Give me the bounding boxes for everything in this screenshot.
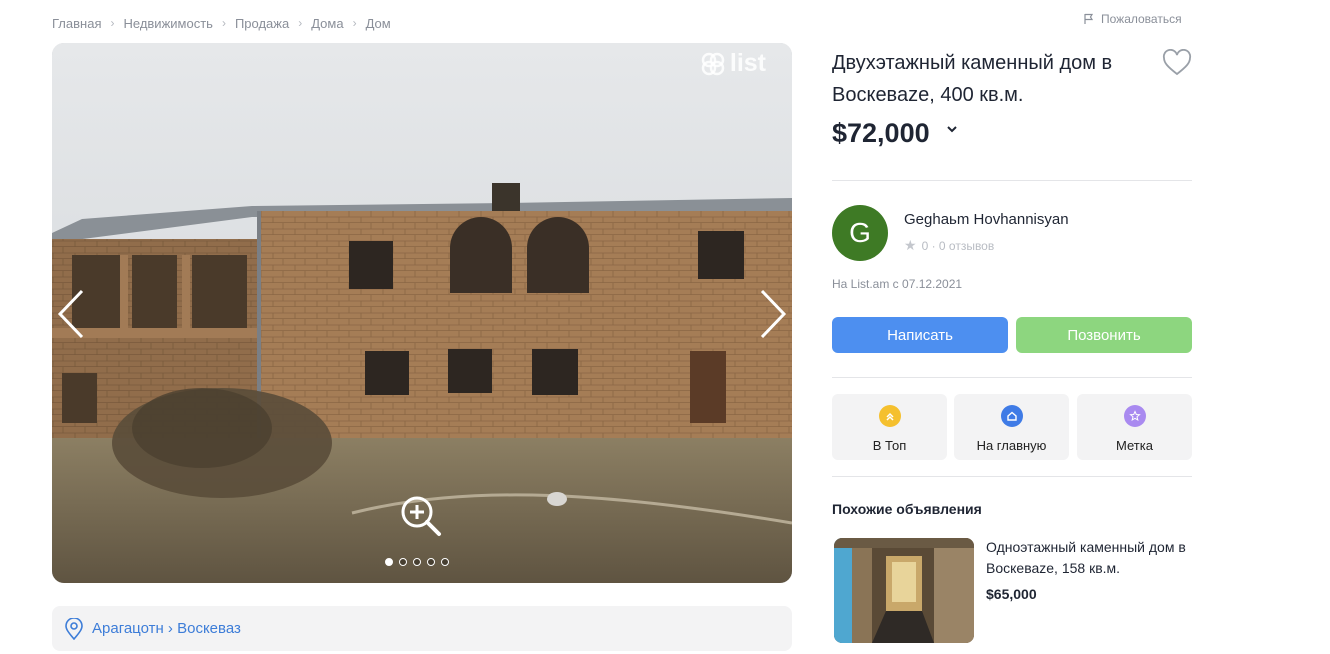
breadcrumb-real-estate[interactable]: Недвижимость [123,16,212,31]
similar-listing-title[interactable]: Одноэтажный каменный дом в Воскеваze, 15… [986,537,1186,579]
promo-homepage-label: На главную [976,438,1047,453]
slide-dot[interactable] [427,558,435,566]
promo-top-button[interactable]: В Топ [832,394,947,460]
photo-gallery[interactable]: list [52,43,792,583]
map-pin-icon [65,617,83,640]
watermark-text: list [729,49,766,77]
breadcrumb: Главная › Недвижимость › Продажа › Дома … [52,13,391,33]
write-button[interactable]: Написать [832,317,1008,353]
promo-tag-label: Метка [1116,438,1153,453]
flag-icon [1084,13,1094,24]
similar-heading: Похожие объявления [832,501,982,517]
promo-tag-button[interactable]: Метка [1077,394,1192,460]
divider [832,180,1192,181]
promo-homepage-button[interactable]: На главную [954,394,1069,460]
zoom-button[interactable] [399,494,443,538]
next-photo-button[interactable] [750,289,790,339]
breadcrumb-sale[interactable]: Продажа [235,16,289,31]
breadcrumb-houses[interactable]: Дома [311,16,343,31]
list-watermark: list [700,49,766,78]
report-link[interactable]: Пожаловаться [1083,12,1182,26]
breadcrumb-house[interactable]: Дом [366,16,391,31]
member-since: На List.am с 07.12.2021 [832,277,963,291]
avatar[interactable]: G [832,205,888,261]
double-chevron-up-icon [878,405,901,427]
slide-dot[interactable] [399,558,407,566]
prev-photo-button[interactable] [54,289,94,339]
price-value: $72,000 [832,118,930,148]
heart-icon [1162,48,1192,76]
rating-text: 0 · 0 отзывов [921,238,995,253]
chevron-right-icon: › [298,16,303,30]
zoom-in-icon [401,496,441,536]
slide-dot[interactable] [441,558,449,566]
star-icon [1123,405,1146,427]
slide-dot[interactable] [413,558,421,566]
price: $72,000 [832,118,958,149]
chevron-right-icon: › [110,16,115,30]
listing-title: Двухэтажный каменный дом в Воскеваze, 40… [832,52,1113,106]
seller-name[interactable]: Geghaьm Hovhannisyan [904,211,1069,228]
similar-listing-photo [834,538,974,643]
slide-dot[interactable] [385,558,393,566]
location-text[interactable]: Арагацотн › Воскеваз [92,620,241,637]
seller-rating: ★ 0 · 0 отзывов [904,237,994,254]
promo-top-label: В Топ [872,438,907,453]
report-label: Пожаловаться [1101,12,1182,26]
chevron-right-icon: › [221,16,226,30]
chevron-down-icon[interactable] [946,125,958,133]
favorite-button[interactable] [1162,48,1192,77]
divider [832,377,1192,378]
chevron-right-icon [760,289,787,339]
call-button[interactable]: Позвонить [1016,317,1192,353]
similar-listing-thumbnail[interactable] [834,538,974,643]
chevron-left-icon [57,289,84,339]
divider [832,476,1192,477]
chevron-right-icon: › [352,16,357,30]
star-icon: ★ [904,237,917,253]
home-icon [1000,405,1023,427]
breadcrumb-home[interactable]: Главная [52,16,101,31]
slide-indicator [385,558,449,566]
similar-listing-price: $65,000 [986,586,1037,602]
list-logo-icon [701,52,725,75]
location-bar[interactable]: Арагацотн › Воскеваз [52,606,792,651]
